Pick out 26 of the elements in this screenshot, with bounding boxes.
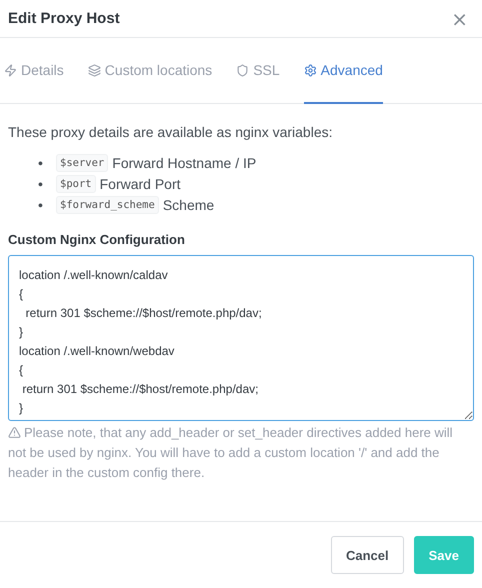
warning-note: Please note, that any add_header or set_header directives added here will not be used by nginx. You will have to add a custom location '/' and add the header in the custom config there. bbox=[8, 424, 454, 482]
cancel-button[interactable]: Cancel bbox=[330, 536, 404, 574]
variable-code: $port bbox=[56, 175, 96, 193]
variable-code: $server bbox=[56, 154, 108, 172]
bullet: • bbox=[38, 176, 44, 192]
layers-icon bbox=[88, 64, 101, 76]
warning-icon bbox=[8, 426, 21, 439]
tab[interactable]: Custom locations bbox=[88, 38, 212, 104]
intro-text: These proxy details are available as nginx variables: bbox=[8, 124, 334, 140]
lightning-icon bbox=[4, 64, 17, 76]
variable-code: $forward_scheme bbox=[56, 196, 159, 214]
variable-description: Forward Port bbox=[100, 176, 181, 192]
settings-icon bbox=[304, 64, 317, 76]
close-button[interactable]: × bbox=[449, 8, 470, 28]
dialog-title: Edit Proxy Host bbox=[8, 10, 120, 27]
shield-icon bbox=[236, 64, 250, 76]
field-label: Custom Nginx Configuration bbox=[8, 232, 186, 247]
save-button[interactable]: Save bbox=[414, 536, 474, 574]
bullet: • bbox=[38, 197, 44, 213]
tab[interactable]: Details bbox=[4, 38, 64, 104]
tab[interactable]: SSL bbox=[236, 38, 280, 104]
variable-description: Forward Hostname / IP bbox=[112, 155, 256, 171]
variable-description: Scheme bbox=[162, 197, 214, 213]
config-field[interactable]: location /.well-known/caldav { return 301 $scheme://$host/remote.php/dav; } location /.well-known/webdav { return 301 $scheme://$host/remote.php/dav; } bbox=[8, 255, 474, 421]
bullet: • bbox=[38, 155, 44, 171]
tab[interactable]: Advanced bbox=[304, 38, 383, 104]
